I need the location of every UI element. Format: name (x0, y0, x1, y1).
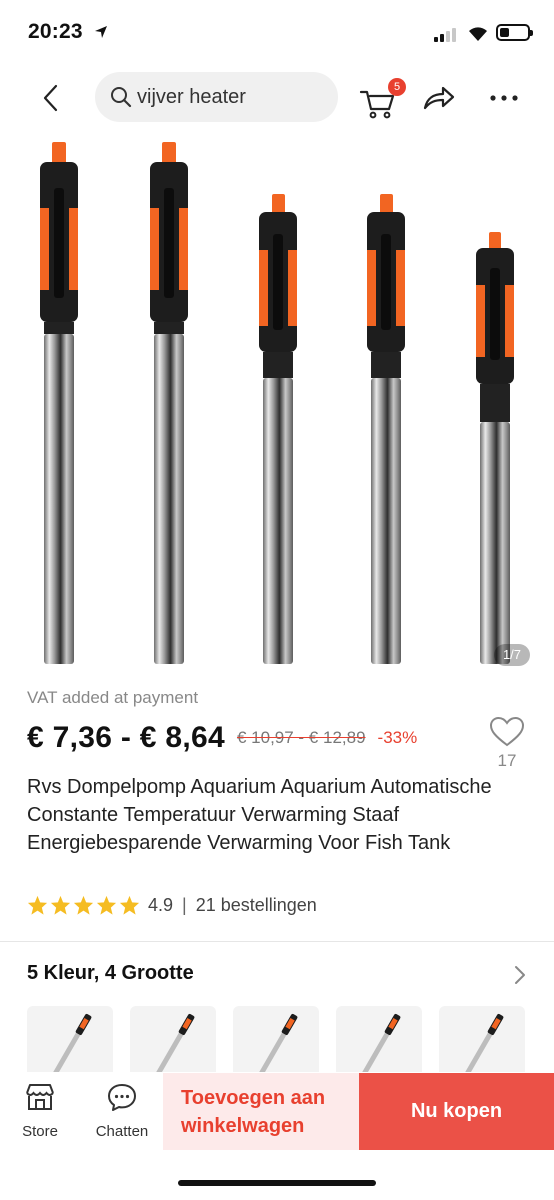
heater-1 (40, 142, 78, 664)
more-options-icon[interactable] (488, 82, 520, 114)
heater-3 (259, 194, 297, 664)
star-icon (96, 895, 117, 915)
star-icon (27, 895, 48, 915)
home-indicator (178, 1180, 376, 1186)
star-icon (50, 895, 71, 915)
star-icon (119, 895, 140, 915)
vat-note: VAT added at payment (27, 688, 199, 707)
add-to-cart-label-line2: winkelwagen (181, 1115, 305, 1137)
original-price: € 10,97 - € 12,89 (236, 728, 366, 747)
add-to-cart-label-line1: Toevoegen aan (181, 1087, 326, 1109)
product-image (40, 142, 514, 664)
chevron-right-icon (515, 966, 525, 984)
favorites-count: 17 (497, 751, 517, 770)
search-query: vijver heater (137, 86, 246, 108)
add-to-cart-button[interactable]: Toevoegen aan winkelwagen (163, 1073, 359, 1150)
wifi-icon (469, 27, 487, 41)
store-label: Store (22, 1123, 58, 1140)
variant-selector[interactable]: 5 Kleur, 4 Grootte (27, 962, 527, 990)
discount-badge: -33% (377, 728, 418, 747)
chat-button[interactable]: Chatten (90, 1082, 154, 1148)
variant-title: 5 Kleur, 4 Grootte (27, 962, 194, 984)
rating-row[interactable]: 4.9 | 21 bestellingen (27, 893, 317, 917)
search-icon (111, 87, 132, 108)
status-time: 20:23 (28, 20, 83, 43)
price-row: € 7,36 - € 8,64 € 10,97 - € 12,89 -33% (27, 718, 417, 758)
back-arrow-icon[interactable] (36, 82, 68, 114)
rating-divider: | (182, 894, 187, 915)
share-icon[interactable] (421, 82, 457, 114)
rating-stars (27, 895, 140, 915)
cellular-signal-icon (434, 26, 456, 42)
heater-5 (476, 232, 514, 664)
status-bar: 20:23 (0, 0, 554, 64)
product-image-gallery[interactable]: 1/7 (0, 130, 554, 682)
buy-now-button[interactable]: Nu kopen (359, 1073, 554, 1150)
chat-label: Chatten (95, 1123, 149, 1140)
section-divider (0, 941, 554, 942)
heater-4 (367, 194, 405, 664)
product-title: Rvs Dompelpomp Aquarium Aquarium Automat… (27, 776, 492, 854)
chat-bubble-icon (108, 1084, 136, 1111)
search-input[interactable]: vijver heater (95, 72, 338, 122)
battery-icon (496, 24, 533, 41)
price-range: € 7,36 - € 8,64 (27, 721, 225, 754)
heart-icon[interactable] (489, 716, 525, 748)
heater-2 (150, 142, 188, 664)
rating-value: 4.9 (148, 894, 174, 915)
orders-count: 21 bestellingen (195, 894, 317, 915)
top-navigation: vijver heater 5 (0, 70, 554, 126)
store-button[interactable]: Store (12, 1082, 68, 1148)
star-icon (73, 895, 94, 915)
cart-count-badge: 5 (388, 78, 406, 96)
location-arrow-icon (95, 26, 107, 38)
image-counter: 1/7 (494, 644, 530, 666)
store-icon (26, 1084, 54, 1110)
